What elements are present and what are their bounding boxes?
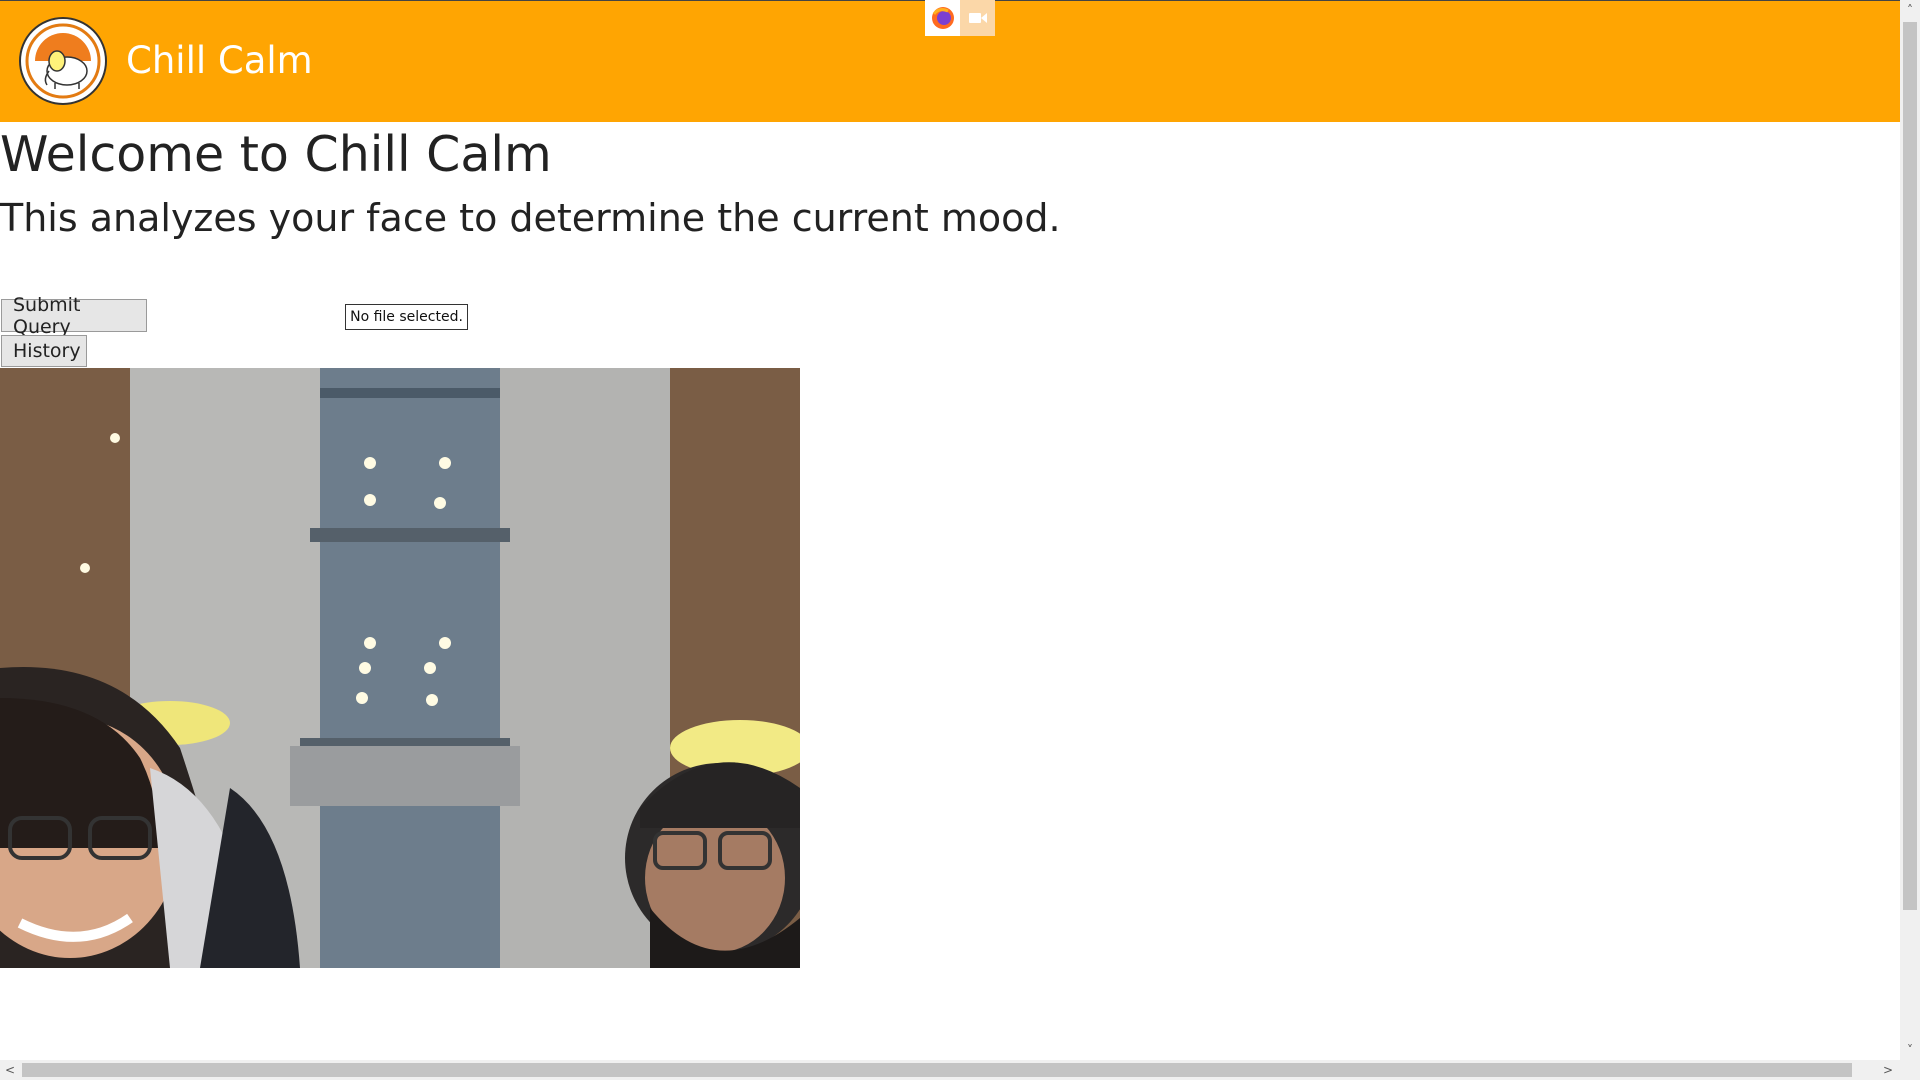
scroll-up-arrow[interactable]: ˄	[1900, 0, 1920, 20]
webcam-video-icon	[0, 368, 800, 968]
scroll-right-arrow[interactable]: >	[1878, 1060, 1898, 1080]
camera-icon[interactable]	[960, 0, 995, 36]
page-title: Welcome to Chill Calm	[0, 126, 552, 183]
scroll-left-arrow[interactable]: <	[0, 1060, 20, 1080]
horizontal-scrollbar[interactable]: < >	[0, 1060, 1900, 1080]
file-input-status[interactable]: No file selected.	[345, 304, 468, 330]
history-button[interactable]: History	[1, 335, 87, 367]
firefox-icon[interactable]	[925, 0, 960, 36]
sharing-indicator[interactable]	[925, 0, 995, 36]
elephant-logo-icon	[19, 17, 107, 105]
horizontal-scroll-thumb[interactable]	[22, 1063, 1852, 1077]
submit-query-button[interactable]: Submit Query	[1, 294, 147, 338]
vertical-scroll-thumb[interactable]	[1903, 22, 1917, 910]
app-title: Chill Calm	[126, 39, 313, 82]
page-subtitle: This analyzes your face to determine the…	[0, 196, 1061, 240]
vertical-scrollbar[interactable]: ˄ ˅	[1900, 0, 1920, 1060]
scroll-down-arrow[interactable]: ˅	[1900, 1040, 1920, 1060]
scrollbar-corner	[1900, 1060, 1920, 1080]
